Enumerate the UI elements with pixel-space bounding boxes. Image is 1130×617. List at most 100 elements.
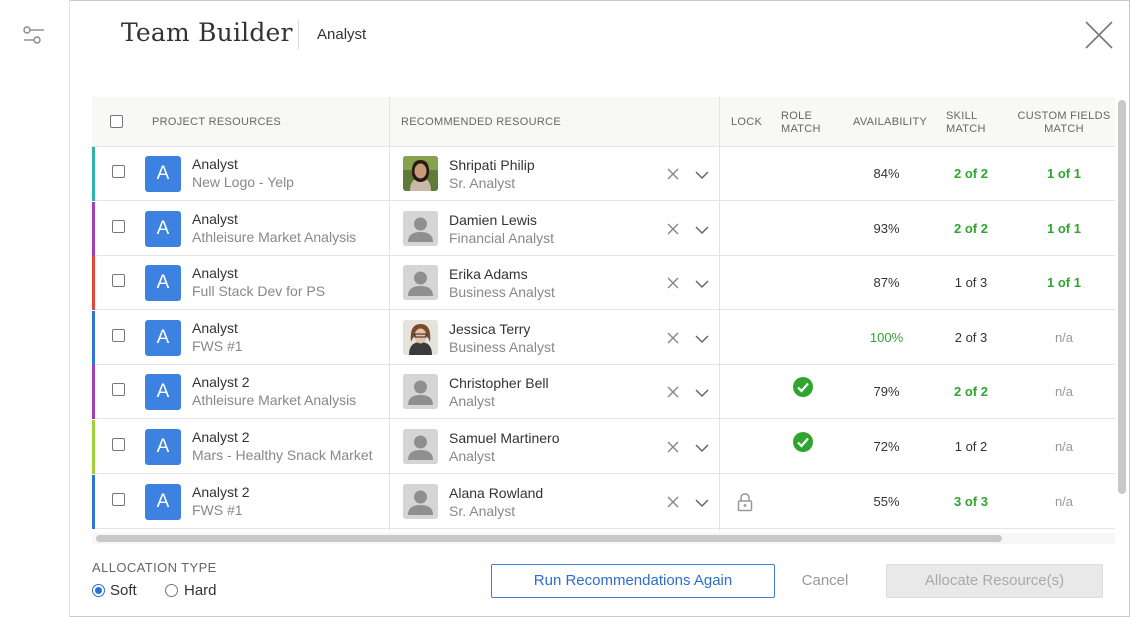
row-checkbox[interactable] (112, 274, 125, 288)
column-divider (719, 97, 720, 531)
soft-radio[interactable] (92, 584, 105, 597)
role-avatar: A (145, 210, 181, 247)
table-row[interactable]: A Analyst 2 FWS #1 Alana Rowland Sr. Analyst… (92, 474, 1115, 529)
project-name: Mars - Healthy Snack Market (192, 447, 373, 463)
hard-radio[interactable] (165, 584, 178, 597)
chevron-down-icon[interactable] (694, 223, 710, 235)
avatar-photo (403, 319, 438, 355)
resource-name[interactable]: Damien Lewis (449, 212, 537, 228)
custom-fields-match-value: n/a (1054, 493, 1074, 509)
row-color-stripe (92, 201, 95, 256)
remove-resource-icon[interactable] (666, 276, 680, 290)
resource-name[interactable]: Shripati Philip (449, 157, 535, 173)
chevron-down-icon[interactable] (694, 441, 710, 453)
chevron-down-icon[interactable] (694, 168, 710, 180)
role-avatar: A (145, 319, 181, 356)
resource-title: Business Analyst (449, 338, 555, 355)
availability-value: 87% (873, 275, 900, 291)
recommendations-table: PROJECT RESOURCES RECOMMENDED RESOURCE L… (92, 97, 1115, 531)
remove-resource-icon[interactable] (666, 440, 680, 454)
hard-radio-label[interactable]: Hard (184, 582, 217, 599)
chevron-down-icon[interactable] (694, 386, 710, 398)
avatar-photo (403, 156, 438, 191)
chevron-down-icon[interactable] (694, 277, 710, 289)
custom-fields-match-value: 1 of 1 (1047, 275, 1081, 291)
resource-name[interactable]: Samuel Martinero (449, 430, 560, 446)
chevron-down-icon[interactable] (694, 332, 710, 344)
availability-value: 72% (873, 439, 900, 454)
table-header: PROJECT RESOURCES RECOMMENDED RESOURCE L… (92, 97, 1115, 147)
col-role-match: ROLE MATCH (781, 110, 821, 136)
row-checkbox[interactable] (112, 219, 125, 233)
table-row[interactable]: A Analyst 2 Athleisure Market Analysis Chri… (92, 365, 1115, 420)
project-name: Athleisure Market Analysis (192, 228, 357, 245)
resource-title: Financial Analyst (449, 229, 555, 246)
table-row[interactable]: A Analyst 2 Mars - Healthy Snack Market Sam… (92, 420, 1115, 474)
cancel-button[interactable]: Cancel (790, 564, 860, 598)
row-checkbox[interactable] (112, 492, 125, 506)
remove-resource-icon[interactable] (666, 222, 680, 236)
col-role-match-line2: MATCH (781, 123, 821, 135)
custom-fields-match-value: n/a (1054, 439, 1074, 454)
custom-fields-match-value: 1 of 1 (1047, 220, 1081, 236)
project-role: Analyst (192, 156, 238, 172)
role-avatar: A (145, 265, 181, 302)
row-checkbox[interactable] (112, 165, 125, 178)
table-row[interactable]: A Analyst Full Stack Dev for PS Erika Adams… (92, 256, 1115, 311)
availability-value: 55% (873, 493, 900, 509)
avatar-placeholder-icon (403, 210, 438, 246)
role-avatar: A (145, 429, 181, 465)
table-row[interactable]: A Analyst New Logo - Yelp Shripati Philip Sr… (92, 147, 1115, 201)
table-row[interactable]: A Analyst FWS #1 Jessica Terry Business Anal… (92, 310, 1115, 365)
col-custom-line2: MATCH (1044, 123, 1084, 135)
row-checkbox[interactable] (112, 383, 125, 397)
lock-icon[interactable] (736, 492, 754, 512)
resource-name[interactable]: Erika Adams (449, 266, 528, 282)
project-role: Analyst 2 (192, 483, 250, 500)
horizontal-scrollbar[interactable] (96, 535, 1002, 542)
col-lock: LOCK (731, 116, 763, 128)
run-recommendations-again-button[interactable]: Run Recommendations Again (491, 564, 775, 598)
project-role: Analyst 2 (192, 374, 250, 391)
soft-radio-label[interactable]: Soft (110, 582, 137, 599)
row-color-stripe (92, 365, 95, 420)
remove-resource-icon[interactable] (666, 167, 680, 181)
availability-value: 100% (869, 329, 904, 345)
skill-match-value: 2 of 2 (954, 220, 988, 236)
col-skill-match: SKILL MATCH (946, 110, 986, 136)
remove-resource-icon[interactable] (666, 495, 680, 509)
resource-title: Sr. Analyst (449, 502, 516, 519)
remove-resource-icon[interactable] (666, 385, 680, 399)
role-match-check-icon (792, 431, 814, 453)
chevron-down-icon[interactable] (694, 496, 710, 508)
row-checkbox[interactable] (112, 438, 125, 451)
skill-match-value: 3 of 3 (954, 493, 988, 509)
filter-settings-icon[interactable] (22, 24, 46, 46)
resource-name[interactable]: Alana Rowland (449, 485, 543, 501)
row-checkbox[interactable] (112, 328, 125, 342)
close-icon[interactable] (1084, 20, 1114, 50)
skill-match-value: 2 of 2 (954, 166, 988, 181)
resource-name[interactable]: Jessica Terry (449, 321, 530, 337)
allocate-resources-button[interactable]: Allocate Resource(s) (886, 564, 1103, 598)
row-color-stripe (92, 256, 95, 311)
resource-name[interactable]: Christopher Bell (449, 375, 549, 391)
col-project-resources: PROJECT RESOURCES (152, 116, 281, 128)
avatar-placeholder-icon (403, 265, 438, 301)
role-avatar: A (145, 374, 181, 411)
project-role: Analyst (192, 319, 238, 336)
resource-title: Analyst (449, 448, 495, 464)
select-all-checkbox[interactable] (110, 115, 123, 128)
col-recommended-resource: RECOMMENDED RESOURCE (401, 116, 562, 128)
skill-match-value: 2 of 3 (954, 329, 988, 345)
custom-fields-match-value: n/a (1054, 329, 1074, 345)
project-name: FWS #1 (192, 337, 243, 354)
remove-resource-icon[interactable] (666, 331, 680, 345)
avatar-placeholder-icon (403, 429, 438, 464)
project-role: Analyst 2 (192, 429, 250, 445)
table-row[interactable]: A Analyst Athleisure Market Analysis Damien… (92, 201, 1115, 256)
vertical-scrollbar[interactable] (1118, 100, 1126, 494)
skill-match-value: 2 of 2 (954, 384, 988, 400)
col-custom-line1: CUSTOM FIELDS (1017, 110, 1111, 122)
col-availability: AVAILABILITY (853, 116, 928, 128)
